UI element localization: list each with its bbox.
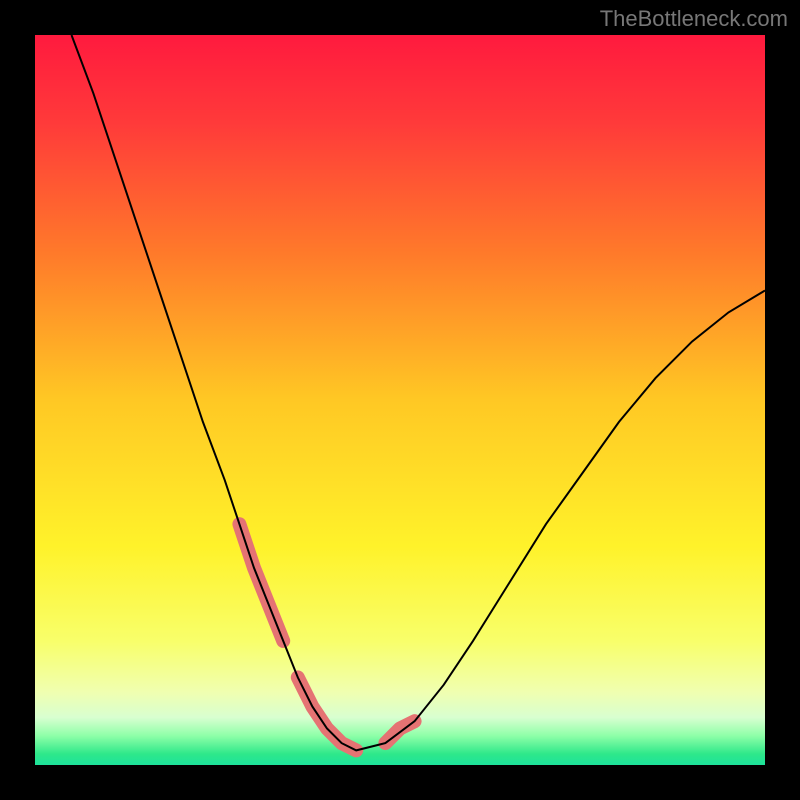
plot-area bbox=[35, 35, 765, 765]
chart-frame: TheBottleneck.com bbox=[0, 0, 800, 800]
curve-layer bbox=[35, 35, 765, 765]
bottom-highlight bbox=[298, 677, 356, 750]
watermark-text: TheBottleneck.com bbox=[600, 6, 788, 32]
bottleneck-curve bbox=[72, 35, 766, 750]
